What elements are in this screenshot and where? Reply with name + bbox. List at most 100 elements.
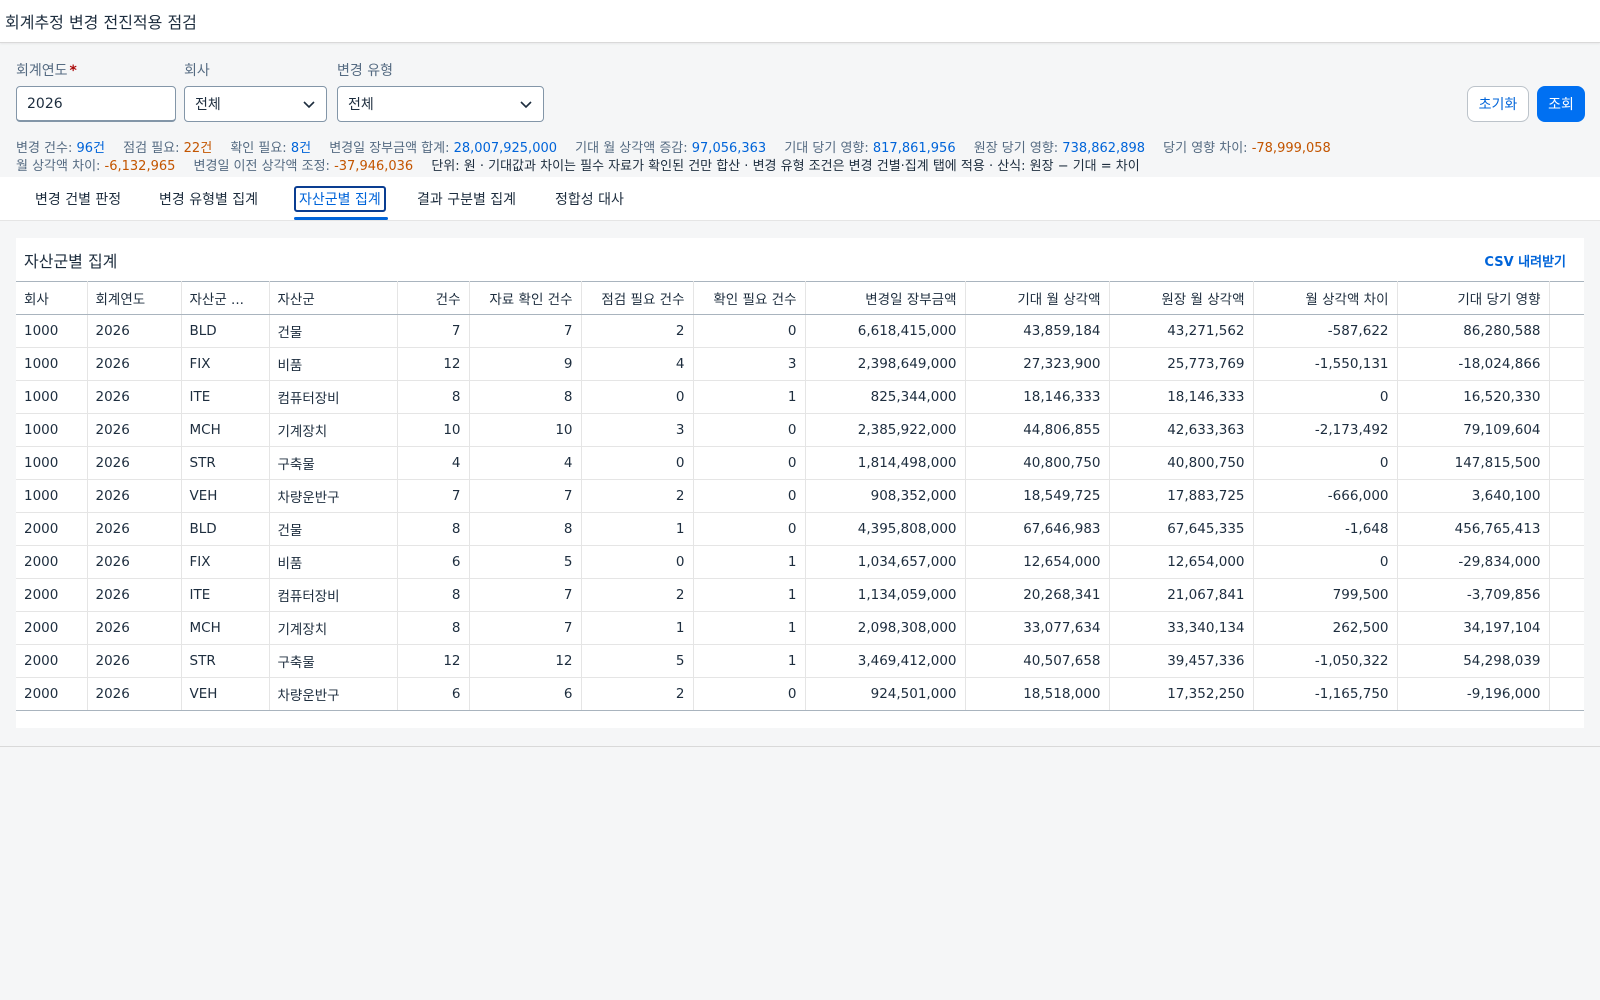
table-cell: 456,765,413 (1397, 512, 1550, 546)
column-header[interactable]: 기대 당기 영향 (1397, 281, 1550, 315)
table-cell: 7 (397, 314, 470, 348)
column-header[interactable]: 자산군 (269, 281, 398, 315)
table-cell: 0 (1253, 446, 1398, 480)
change-type-select[interactable]: 전체 (337, 86, 544, 122)
table-cell: 39,457,336 (1109, 644, 1254, 678)
column-header[interactable]: 회계연도 (87, 281, 182, 315)
tab-change-type-summary[interactable]: 변경 유형별 집계 (156, 186, 261, 212)
table-cell: 비품 (269, 545, 398, 579)
column-header[interactable]: 자산군 ... (181, 281, 270, 315)
table-cell: 2,398,649,000 (805, 347, 966, 381)
column-header[interactable]: 변경일 장부금액 (805, 281, 966, 315)
table-cell: 40,800,750 (965, 446, 1110, 480)
company-select[interactable]: 전체 (184, 86, 327, 122)
table-cell: 1000 (16, 380, 88, 414)
fiscal-year-input[interactable]: 2026 (16, 86, 176, 122)
summary-expected-monthly-increase: 기대 월 상각액 증감: 97,056,363 (575, 141, 767, 156)
table-row[interactable]: 1000 2026 MCH 기계장치 10 10 3 0 2,385,922,000 44,806… (16, 413, 1584, 447)
tab-reconciliation[interactable]: 정합성 대사 (552, 186, 627, 212)
reset-button[interactable]: 초기화 (1467, 86, 1529, 122)
table-cell: 차량운반구 (269, 677, 398, 711)
table-cell: 16,520,330 (1397, 380, 1550, 414)
table-cell: 2,098,308,000 (805, 611, 966, 645)
table-cell-overflow (1549, 479, 1584, 513)
table-cell: 4 (469, 446, 582, 480)
table-cell: 3 (693, 347, 806, 381)
table-cell-overflow (1549, 314, 1584, 348)
table-row[interactable]: 1000 2026 FIX 비품 12 9 4 3 2,398,649,000 27,323,90… (16, 347, 1584, 381)
table-cell: -29,834,000 (1397, 545, 1550, 579)
table-cell: 0 (1253, 380, 1398, 414)
table-cell: -1,165,750 (1253, 677, 1398, 711)
table-cell: 147,815,500 (1397, 446, 1550, 480)
table-row[interactable]: 1000 2026 STR 구축물 4 4 0 0 1,814,498,000 40,800,75… (16, 446, 1584, 480)
tab-result-summary[interactable]: 결과 구분별 집계 (414, 186, 519, 212)
tab-bar: 변경 건별 판정 변경 유형별 집계 자산군별 집계 결과 구분별 집계 정합성… (0, 177, 1600, 221)
table-row[interactable]: 2000 2026 ITE 컴퓨터장비 8 7 2 1 1,134,059,000 20,268,… (16, 578, 1584, 612)
table-cell: BLD (181, 512, 270, 546)
table-cell: VEH (181, 677, 270, 711)
company-label: 회사 (184, 63, 210, 79)
table-cell: ITE (181, 578, 270, 612)
table-cell: -3,709,856 (1397, 578, 1550, 612)
table-cell: 8 (397, 380, 470, 414)
table-cell: 25,773,769 (1109, 347, 1254, 381)
column-header[interactable]: 회사 (16, 281, 88, 315)
table-row[interactable]: 1000 2026 VEH 차량운반구 7 7 2 0 908,352,000 18,549,72… (16, 479, 1584, 513)
table-cell: 기계장치 (269, 413, 398, 447)
table-row[interactable]: 2000 2026 VEH 차량운반구 6 6 2 0 924,501,000 18,518,00… (16, 677, 1584, 711)
column-header[interactable]: 자료 확인 건수 (469, 281, 582, 315)
table-row[interactable]: 2000 2026 FIX 비품 6 5 0 1 1,034,657,000 12,654,000… (16, 545, 1584, 579)
table-cell: 67,646,983 (965, 512, 1110, 546)
table-cell: 17,352,250 (1109, 677, 1254, 711)
table-cell: 1000 (16, 446, 88, 480)
table-cell: 6 (397, 545, 470, 579)
table-cell: -18,024,866 (1397, 347, 1550, 381)
table-cell: 2026 (87, 380, 182, 414)
table-cell: 0 (1253, 545, 1398, 579)
summary-expected-current-effect: 기대 당기 영향: 817,861,956 (784, 141, 956, 156)
table-cell: STR (181, 446, 270, 480)
change-type-label: 변경 유형 (337, 63, 393, 79)
table-cell-overflow (1549, 512, 1584, 546)
table-cell: 0 (693, 512, 806, 546)
table-cell: 908,352,000 (805, 479, 966, 513)
table-cell: BLD (181, 314, 270, 348)
tab-asset-class-summary[interactable]: 자산군별 집계 (294, 186, 386, 212)
column-header[interactable]: 점검 필요 건수 (581, 281, 694, 315)
summary-check-needed: 점검 필요: 22건 (123, 141, 213, 156)
table-cell: 18,146,333 (1109, 380, 1254, 414)
table-cell: 건물 (269, 314, 398, 348)
csv-download-link[interactable]: CSV 내려받기 (1484, 251, 1566, 270)
table-cell: 43,859,184 (965, 314, 1110, 348)
table-cell: 비품 (269, 347, 398, 381)
table-row[interactable]: 2000 2026 BLD 건물 8 8 1 0 4,395,808,000 67,646,983… (16, 512, 1584, 546)
table-row[interactable]: 1000 2026 ITE 컴퓨터장비 8 8 0 1 825,344,000 18,146,33… (16, 380, 1584, 414)
table-cell: 1 (581, 611, 694, 645)
column-header[interactable]: 확인 필요 건수 (693, 281, 806, 315)
table-row[interactable]: 2000 2026 MCH 기계장치 8 7 1 1 2,098,308,000 33,077,6… (16, 611, 1584, 645)
asset-class-panel: 자산군별 집계 CSV 내려받기 회사 회계연도 자산군 ... 자산군 건수 … (16, 238, 1584, 728)
column-header[interactable]: 원장 월 상각액 (1109, 281, 1254, 315)
table-cell: 34,197,104 (1397, 611, 1550, 645)
table-cell: 7 (469, 314, 582, 348)
column-header-overflow (1549, 281, 1584, 315)
table-cell-overflow (1549, 413, 1584, 447)
tab-change-detail[interactable]: 변경 건별 판정 (32, 186, 124, 212)
table-cell: 2026 (87, 479, 182, 513)
table-cell: 컴퓨터장비 (269, 578, 398, 612)
search-button[interactable]: 조회 (1537, 86, 1585, 122)
table-row[interactable]: 2000 2026 STR 구축물 12 12 5 1 3,469,412,000 40,507,… (16, 644, 1584, 678)
table-cell-overflow (1549, 380, 1584, 414)
summary-book-total: 변경일 장부금액 합계: 28,007,925,000 (329, 141, 558, 156)
table-cell: 8 (397, 578, 470, 612)
table-cell: MCH (181, 413, 270, 447)
column-header[interactable]: 월 상각액 차이 (1253, 281, 1398, 315)
table-cell: 33,077,634 (965, 611, 1110, 645)
column-header[interactable]: 건수 (397, 281, 470, 315)
table-cell: 18,518,000 (965, 677, 1110, 711)
table-row[interactable]: 1000 2026 BLD 건물 7 7 2 0 6,618,415,000 43,859,184… (16, 314, 1584, 348)
table-cell-overflow (1549, 347, 1584, 381)
column-header[interactable]: 기대 월 상각액 (965, 281, 1110, 315)
required-mark: * (69, 63, 77, 79)
